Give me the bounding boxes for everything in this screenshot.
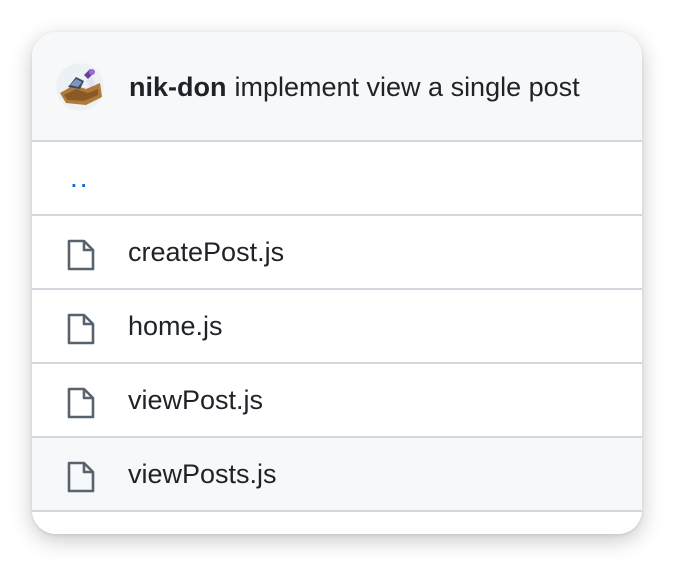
author-avatar[interactable] (56, 63, 104, 111)
file-icon (67, 461, 95, 493)
file-name-link[interactable]: viewPost.js (128, 364, 263, 436)
parent-directory-link[interactable]: .. (70, 162, 90, 194)
commit-message-link[interactable]: implement view a single post (234, 72, 579, 103)
file-row[interactable]: viewPosts.js (32, 438, 642, 512)
latest-commit-header: nik-don implement view a single post (32, 32, 642, 142)
latest-commit: nik-don implement view a single post (129, 32, 580, 142)
file-name-link[interactable]: home.js (128, 290, 223, 362)
file-tree-card: nik-don implement view a single post .. … (32, 32, 642, 534)
parent-directory-row[interactable]: .. (32, 142, 642, 216)
file-row[interactable]: home.js (32, 290, 642, 364)
commit-author-link[interactable]: nik-don (129, 72, 226, 103)
list-footer (32, 512, 642, 534)
file-icon (67, 387, 95, 419)
file-row[interactable]: viewPost.js (32, 364, 642, 438)
file-name-link[interactable]: createPost.js (128, 216, 284, 288)
avatar-image (56, 63, 104, 111)
file-icon (67, 313, 95, 345)
file-row[interactable]: createPost.js (32, 216, 642, 290)
file-icon (67, 239, 95, 271)
file-name-link[interactable]: viewPosts.js (128, 438, 277, 510)
